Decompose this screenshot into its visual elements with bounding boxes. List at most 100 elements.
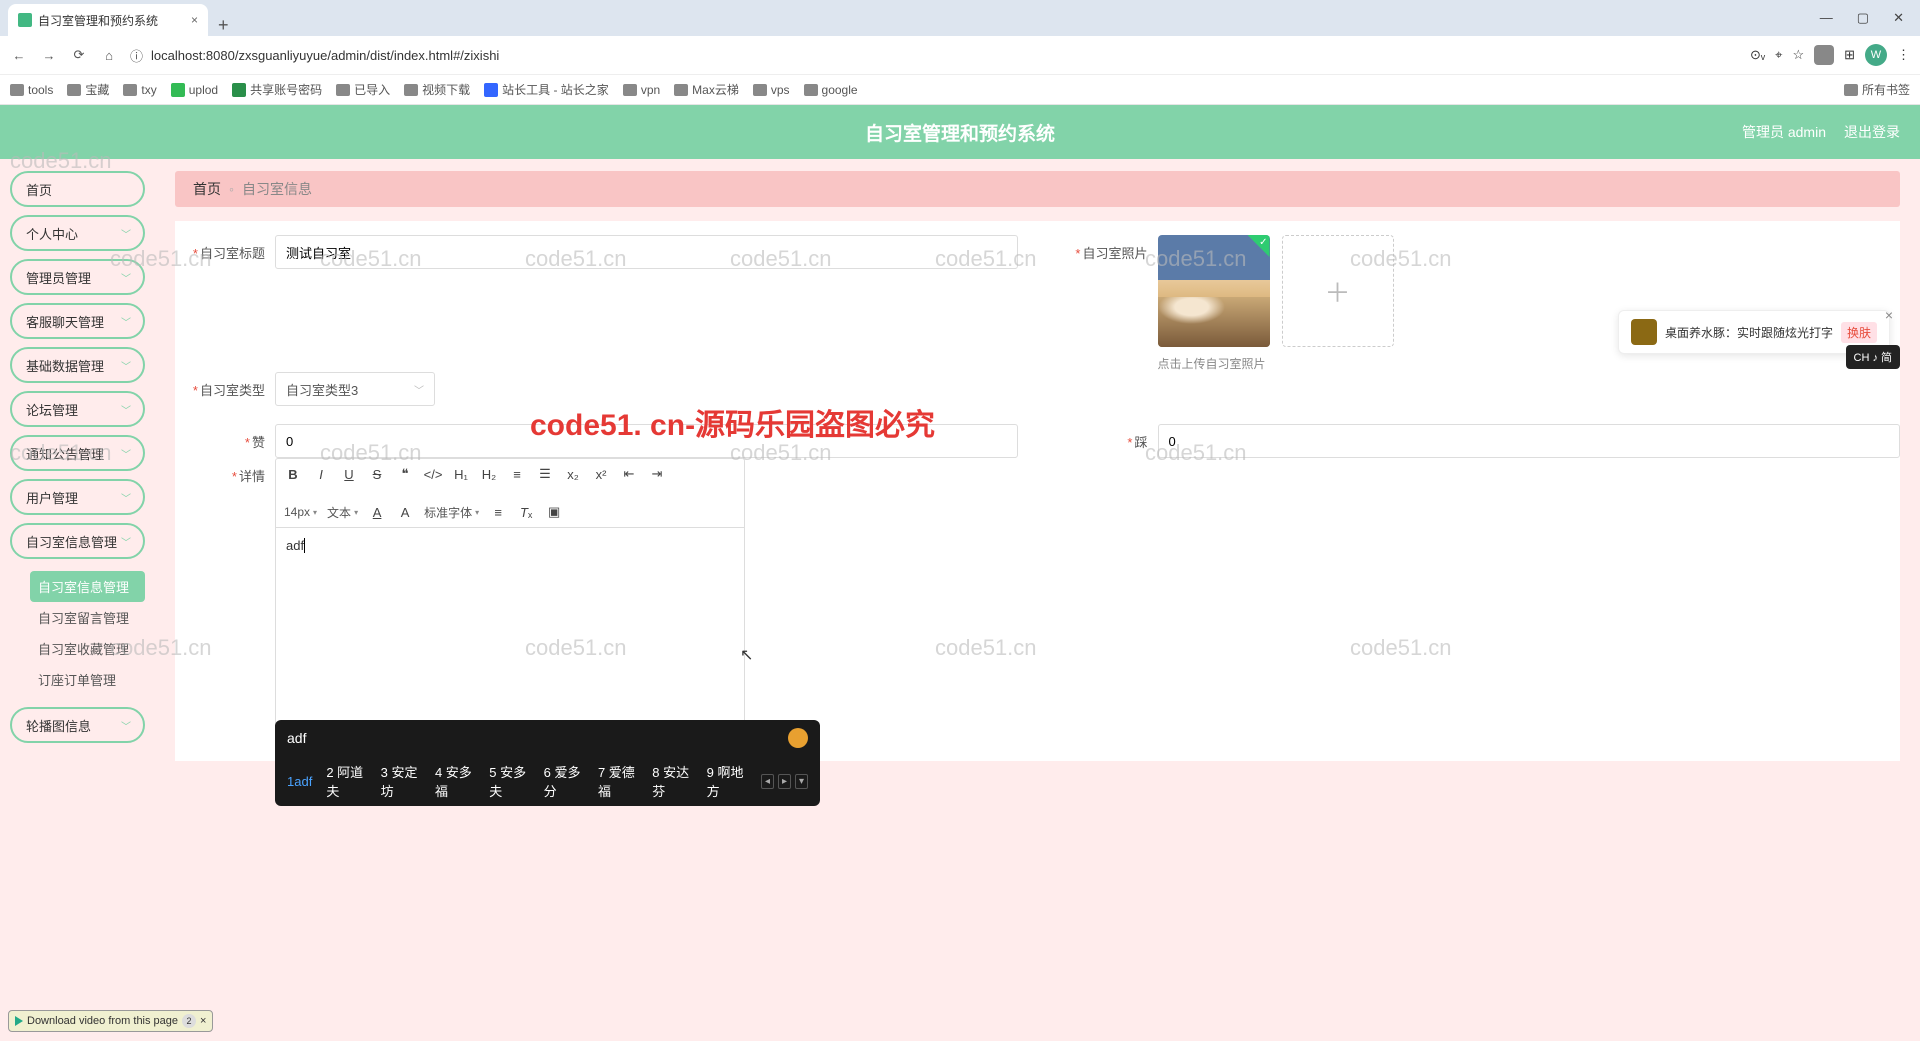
sub-room-info[interactable]: 自习室信息管理 xyxy=(30,571,145,602)
sidebar-user[interactable]: 用户管理﹀ xyxy=(10,479,145,515)
sidebar-basedata[interactable]: 基础数据管理﹀ xyxy=(10,347,145,383)
logout-button[interactable]: 退出登录 xyxy=(1844,122,1900,142)
ime-candidate[interactable]: 3 安定坊 xyxy=(381,762,421,800)
sidebar-chat[interactable]: 客服聊天管理﹀ xyxy=(10,303,145,339)
h2-icon[interactable]: H₂ xyxy=(480,465,498,483)
notify-close-icon[interactable]: × xyxy=(1885,307,1893,323)
download-close-icon[interactable]: × xyxy=(200,1015,206,1027)
close-window-icon[interactable]: ✕ xyxy=(1893,10,1904,26)
ime-candidate[interactable]: 8 安达芬 xyxy=(652,762,692,800)
bookmark-item[interactable]: vpn xyxy=(623,83,660,97)
uploaded-image[interactable]: ✓ xyxy=(1158,235,1270,347)
crumb-home[interactable]: 首页 xyxy=(193,179,221,199)
editor-content[interactable]: adf xyxy=(276,528,744,728)
home-icon[interactable]: ⌂ xyxy=(100,46,118,64)
bold-icon[interactable]: B xyxy=(284,465,302,483)
ime-candidate[interactable]: 7 爱德福 xyxy=(598,762,638,800)
h1-icon[interactable]: H₁ xyxy=(452,465,470,483)
list-ul-icon[interactable]: ☰ xyxy=(536,465,554,483)
subscript-icon[interactable]: x₂ xyxy=(564,465,582,483)
url-box[interactable]: ⓘ localhost:8080/zxsguanliyuyue/admin/di… xyxy=(130,46,1738,65)
align-icon[interactable]: ≡ xyxy=(489,503,507,521)
new-tab-button[interactable]: + xyxy=(208,15,239,36)
font-color-icon[interactable]: A xyxy=(368,503,386,521)
format-select[interactable]: 文本▾ xyxy=(327,504,358,521)
ime-status-badge[interactable]: CH ♪ 简 xyxy=(1846,345,1901,369)
list-ol-icon[interactable]: ≡ xyxy=(508,465,526,483)
type-label: *自习室类型 xyxy=(175,372,265,399)
bookmark-item[interactable]: Max云梯 xyxy=(674,81,739,98)
bookmark-item[interactable]: 站长工具 - 站长之家 xyxy=(484,81,609,98)
maximize-icon[interactable]: ▢ xyxy=(1857,10,1869,26)
clear-format-icon[interactable]: Tₓ xyxy=(517,503,535,521)
bg-color-icon[interactable]: A xyxy=(396,503,414,521)
bookmark-item[interactable]: vps xyxy=(753,83,790,97)
chrome-menu-icon[interactable]: ⋮ xyxy=(1897,47,1910,63)
title-input[interactable] xyxy=(275,235,1018,269)
user-label[interactable]: 管理员 admin xyxy=(1742,122,1826,142)
ime-candidates: 1adf 2 阿道夫 3 安定坊 4 安多福 5 安多夫 6 爱多分 7 爱德福… xyxy=(275,756,820,806)
bookmark-item[interactable]: txy xyxy=(123,83,156,97)
all-bookmarks[interactable]: 所有书签 xyxy=(1844,81,1910,98)
notify-action-button[interactable]: 换肤 xyxy=(1841,322,1877,343)
emoji-icon[interactable] xyxy=(788,728,808,748)
sub-room-msg[interactable]: 自习室留言管理 xyxy=(30,602,145,633)
forward-icon[interactable]: → xyxy=(40,46,58,64)
font-size-select[interactable]: 14px▾ xyxy=(284,505,317,519)
translate-icon[interactable]: ⌖ xyxy=(1775,47,1782,63)
quote-icon[interactable]: ❝ xyxy=(396,465,414,483)
browser-tab[interactable]: 自习室管理和预约系统 × xyxy=(8,4,208,36)
ime-candidate[interactable]: 2 阿道夫 xyxy=(326,762,366,800)
site-info-icon[interactable]: ⓘ xyxy=(130,46,143,65)
font-family-select[interactable]: 标准字体▾ xyxy=(424,504,479,521)
sidebar-studyroom[interactable]: 自习室信息管理﹀ xyxy=(10,523,145,559)
image-icon[interactable]: ▣ xyxy=(545,503,563,521)
tab-title: 自习室管理和预约系统 xyxy=(38,12,158,29)
italic-icon[interactable]: I xyxy=(312,465,330,483)
bookmark-item[interactable]: 共享账号密码 xyxy=(232,81,322,98)
download-video-bar[interactable]: Download video from this page 2 × xyxy=(8,1010,213,1032)
sidebar-admin[interactable]: 管理员管理﹀ xyxy=(10,259,145,295)
ime-next-icon[interactable]: ▸ xyxy=(778,774,791,789)
sidebar-personal[interactable]: 个人中心﹀ xyxy=(10,215,145,251)
sidebar-notice[interactable]: 通知公告管理﹀ xyxy=(10,435,145,471)
bookmark-item[interactable]: google xyxy=(804,83,858,97)
ime-candidate[interactable]: 9 啊地方 xyxy=(707,762,747,800)
underline-icon[interactable]: U xyxy=(340,465,358,483)
type-select[interactable]: 自习室类型3﹀ xyxy=(275,372,435,406)
code-icon[interactable]: </> xyxy=(424,465,442,483)
reload-icon[interactable]: ⟳ xyxy=(70,46,88,64)
praise-input[interactable] xyxy=(275,424,1018,458)
profile-avatar[interactable]: W xyxy=(1865,44,1887,66)
extension-icon[interactable] xyxy=(1814,45,1834,65)
ime-candidate[interactable]: 1adf xyxy=(287,774,312,789)
sidebar-carousel[interactable]: 轮播图信息﹀ xyxy=(10,707,145,743)
strike-icon[interactable]: S xyxy=(368,465,386,483)
bookmark-item[interactable]: 视频下载 xyxy=(404,81,470,98)
ime-candidate[interactable]: 6 爱多分 xyxy=(544,762,584,800)
chevron-down-icon: ﹀ xyxy=(121,446,131,461)
superscript-icon[interactable]: x² xyxy=(592,465,610,483)
password-icon[interactable]: ⊙ᵥ xyxy=(1750,47,1765,63)
ime-expand-icon[interactable]: ▾ xyxy=(795,774,808,789)
bookmark-item[interactable]: uplod xyxy=(171,83,218,97)
sidebar-home[interactable]: 首页 xyxy=(10,171,145,207)
indent-icon[interactable]: ⇤ xyxy=(620,465,638,483)
bookmark-item[interactable]: 宝藏 xyxy=(67,81,109,98)
sub-room-order[interactable]: 订座订单管理 xyxy=(30,664,145,695)
ime-candidate[interactable]: 5 安多夫 xyxy=(489,762,529,800)
sidebar-forum[interactable]: 论坛管理﹀ xyxy=(10,391,145,427)
back-icon[interactable]: ← xyxy=(10,46,28,64)
add-image-button[interactable]: ＋ xyxy=(1282,235,1394,347)
bookmark-item[interactable]: tools xyxy=(10,83,53,97)
sub-room-fav[interactable]: 自习室收藏管理 xyxy=(30,633,145,664)
dislike-input[interactable] xyxy=(1158,424,1901,458)
minimize-icon[interactable]: — xyxy=(1820,10,1833,26)
outdent-icon[interactable]: ⇥ xyxy=(648,465,666,483)
tab-close-icon[interactable]: × xyxy=(191,13,198,27)
ime-candidate[interactable]: 4 安多福 xyxy=(435,762,475,800)
bookmark-item[interactable]: 已导入 xyxy=(336,81,390,98)
bookmark-star-icon[interactable]: ☆ xyxy=(1792,47,1804,63)
ime-prev-icon[interactable]: ◂ xyxy=(761,774,774,789)
extensions-menu-icon[interactable]: ⊞ xyxy=(1844,47,1855,63)
